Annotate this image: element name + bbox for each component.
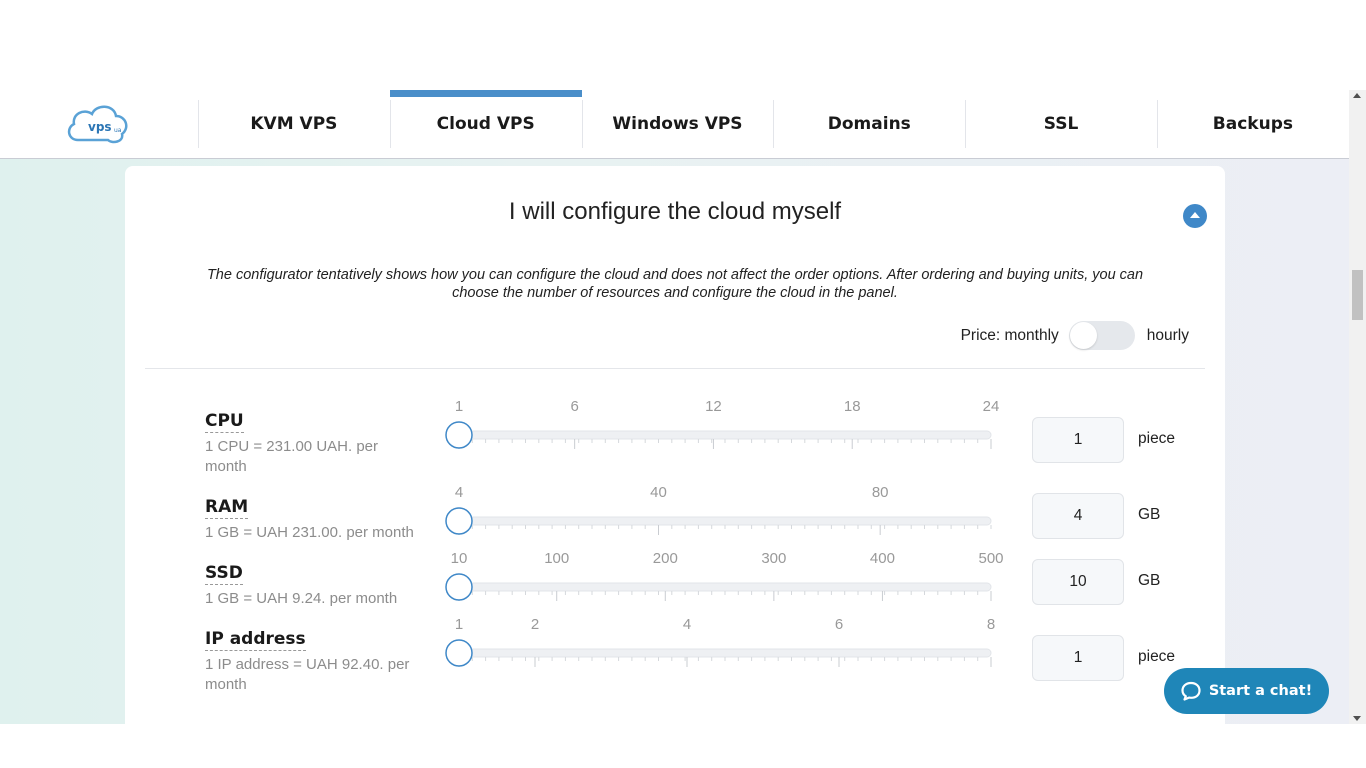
slider-tick-label: 40 xyxy=(650,484,667,501)
slider-track[interactable] xyxy=(458,582,992,592)
slider-tick-label: 500 xyxy=(978,550,1003,567)
slider-tick-label: 24 xyxy=(983,398,1000,415)
row-label[interactable]: RAM xyxy=(205,496,249,519)
slider-tick-label: 8 xyxy=(987,616,995,633)
price-period-switch[interactable] xyxy=(1068,321,1135,350)
slider-track[interactable] xyxy=(458,430,992,440)
chat-bubble-icon xyxy=(1181,681,1201,701)
row-label[interactable]: IP address xyxy=(205,628,306,651)
unit-label: GB xyxy=(1138,572,1161,589)
scroll-up-icon[interactable] xyxy=(1353,93,1361,98)
slider-tick-label: 12 xyxy=(705,398,722,415)
row-label[interactable]: SSD xyxy=(205,562,243,585)
chat-label: Start a chat! xyxy=(1208,683,1313,699)
slider-handle[interactable] xyxy=(445,573,473,601)
cpu-slider[interactable]: 1 6 12 18 24 xyxy=(445,398,1005,450)
tab-ssl[interactable]: SSL xyxy=(965,90,1157,158)
unit-label: piece xyxy=(1138,430,1176,447)
tab-kvm-vps[interactable]: KVM VPS xyxy=(198,90,390,158)
start-chat-button[interactable]: Start a chat! xyxy=(1164,668,1329,714)
cpu-quantity-input[interactable] xyxy=(1032,417,1124,463)
ram-slider[interactable]: 4 40 80 xyxy=(445,484,1005,536)
configurator-note: The configurator tentatively shows how y… xyxy=(206,267,1144,301)
tab-cloud-vps[interactable]: Cloud VPS xyxy=(389,90,582,158)
slider-tick-label: 10 xyxy=(451,550,468,567)
slider-track[interactable] xyxy=(458,516,992,526)
page-viewport: vps ua KVM VPS Cloud VPS Windows VPS Dom… xyxy=(0,90,1349,724)
scroll-thumb[interactable] xyxy=(1352,270,1363,320)
unit-label: GB xyxy=(1138,506,1161,523)
tab-label: Cloud VPS xyxy=(436,114,535,134)
row-label[interactable]: CPU xyxy=(205,410,244,433)
slider-tick-label: 400 xyxy=(870,550,895,567)
slider-svg[interactable]: 1 6 12 18 24 xyxy=(445,398,1005,450)
cloud-logo-icon: vps ua xyxy=(67,105,128,144)
tab-domains[interactable]: Domains xyxy=(773,90,965,158)
row-price-desc: 1 IP address = UAH 92.40. per month xyxy=(205,656,410,693)
slider-svg[interactable]: 10 100 200 300 400 500 xyxy=(445,550,1005,602)
row-price-desc: 1 CPU = 231.00 UAH. per month xyxy=(205,438,379,475)
slider-svg[interactable]: 1 2 4 6 8 xyxy=(445,616,1005,668)
tab-label: Windows VPS xyxy=(612,114,743,134)
tab-label: Domains xyxy=(827,114,911,134)
ip-quantity-input[interactable] xyxy=(1032,635,1124,681)
slider-tick-label: 4 xyxy=(683,616,691,633)
slider-tick-label: 1 xyxy=(455,398,463,415)
scroll-down-icon[interactable] xyxy=(1353,716,1361,721)
slider-handle[interactable] xyxy=(445,639,473,667)
slider-tick-label: 100 xyxy=(544,550,569,567)
ssd-quantity-input[interactable] xyxy=(1032,559,1124,605)
collapse-up-icon[interactable] xyxy=(1183,204,1207,228)
divider xyxy=(145,368,1205,369)
slider-tick-label: 18 xyxy=(844,398,861,415)
logo[interactable]: vps ua xyxy=(0,90,198,158)
logo-text: vps xyxy=(88,120,112,134)
row-price-desc: 1 GB = UAH 231.00. per month xyxy=(205,524,414,541)
tab-label: Backups xyxy=(1212,114,1293,134)
price-monthly-label: Price: monthly xyxy=(960,326,1059,344)
slider-tick-label: 200 xyxy=(653,550,678,567)
slider-tick-label: 4 xyxy=(455,484,463,501)
ssd-slider[interactable]: 10 100 200 300 400 500 xyxy=(445,550,1005,602)
page-scrollbar[interactable] xyxy=(1349,90,1366,724)
configurator-card: I will configure the cloud myself The co… xyxy=(125,166,1225,724)
unit-label: piece xyxy=(1138,648,1176,665)
configurator-title: I will configure the cloud myself xyxy=(508,198,842,225)
slider-track[interactable] xyxy=(458,648,992,658)
slider-svg[interactable]: 4 40 80 xyxy=(445,484,1005,536)
slider-tick-label: 2 xyxy=(531,616,539,633)
ram-quantity-input[interactable] xyxy=(1032,493,1124,539)
tab-windows-vps[interactable]: Windows VPS xyxy=(581,90,774,158)
slider-tick-label: 6 xyxy=(835,616,843,633)
slider-tick-label: 80 xyxy=(872,484,889,501)
slider-tick-label: 1 xyxy=(455,616,463,633)
logo-subtext: ua xyxy=(114,127,122,134)
tab-backups[interactable]: Backups xyxy=(1156,90,1349,158)
price-hourly-label: hourly xyxy=(1146,326,1189,344)
row-price-desc: 1 GB = UAH 9.24. per month xyxy=(205,590,398,607)
tab-label: KVM VPS xyxy=(250,114,338,134)
slider-handle[interactable] xyxy=(445,507,473,535)
price-toggle: Price: monthly hourly xyxy=(961,321,1189,350)
slider-tick-label: 300 xyxy=(761,550,786,567)
slider-tick-label: 6 xyxy=(570,398,578,415)
tab-label: SSL xyxy=(1043,114,1079,134)
slider-handle[interactable] xyxy=(445,421,473,449)
ip-slider[interactable]: 1 2 4 6 8 xyxy=(445,616,1005,668)
top-navigation: vps ua KVM VPS Cloud VPS Windows VPS Dom… xyxy=(0,90,1349,159)
